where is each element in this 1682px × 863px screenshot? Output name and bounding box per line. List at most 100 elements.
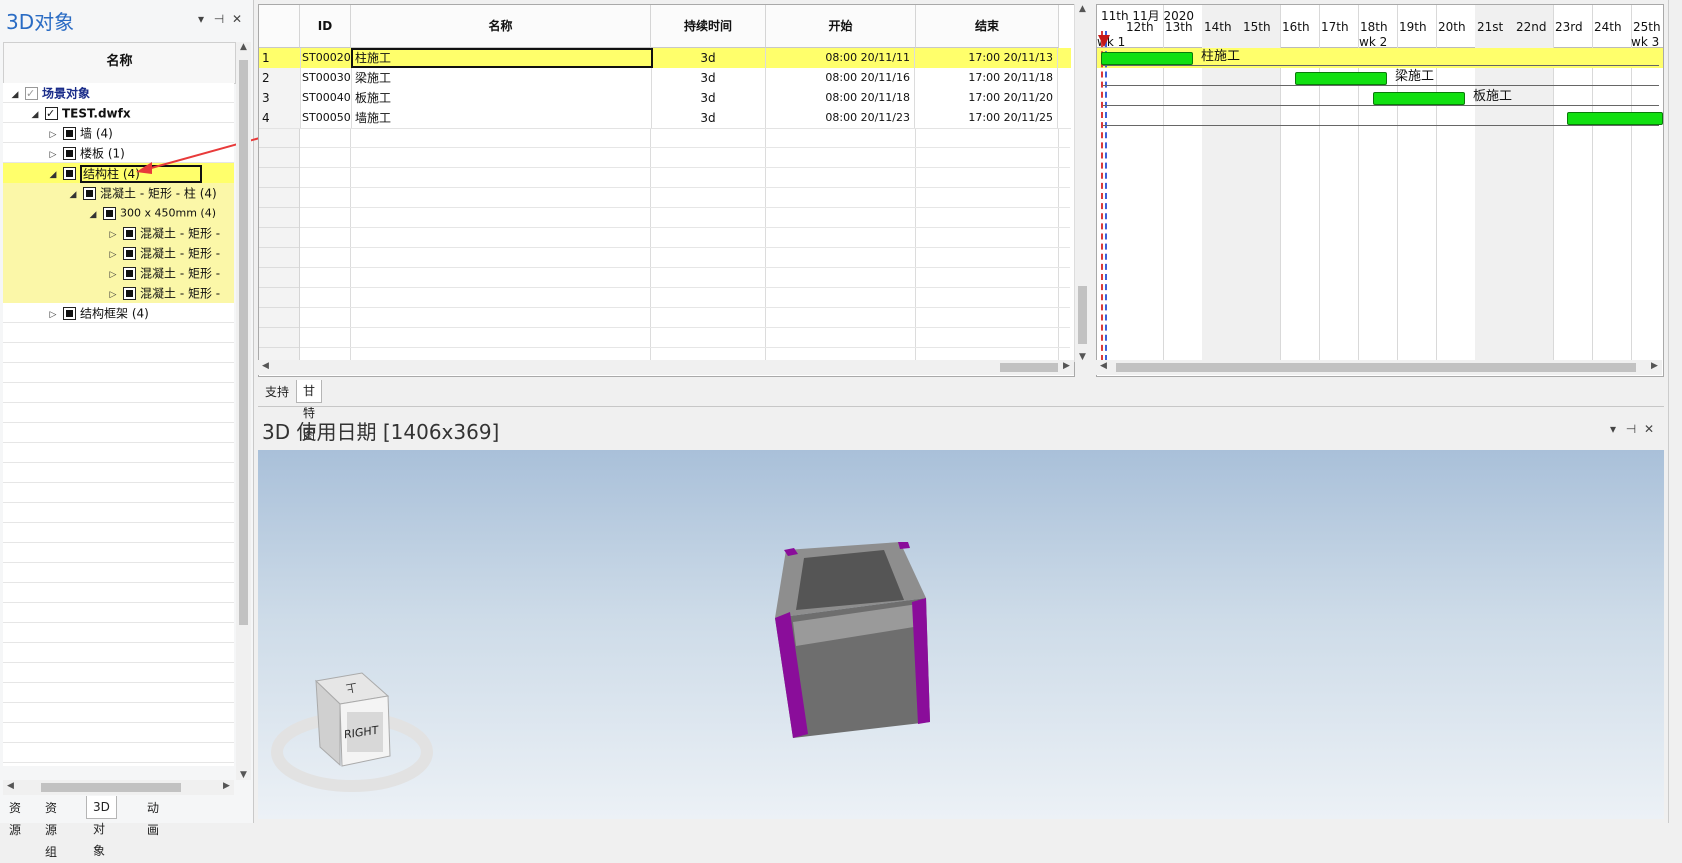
task-duration[interactable]: 3d bbox=[651, 48, 766, 68]
expander-icon[interactable]: ▷ bbox=[47, 125, 59, 143]
task-duration[interactable]: 3d bbox=[651, 108, 766, 128]
gantt-bar[interactable] bbox=[1295, 72, 1387, 85]
checkbox[interactable] bbox=[45, 104, 58, 123]
table-row[interactable]: 2 ST00030 梁施工 3d 08:00 20/11/16 17:00 20… bbox=[259, 68, 1071, 89]
tree-label: 混凝土 - 矩形 - 柱 (4) bbox=[100, 186, 217, 201]
tree-item-instance[interactable]: ▷ 混凝土 - 矩形 - bbox=[3, 263, 234, 283]
task-name[interactable]: 梁施工 bbox=[351, 68, 652, 88]
expander-icon[interactable]: ▷ bbox=[107, 245, 119, 263]
column-header-id[interactable]: ID bbox=[300, 5, 351, 48]
task-name[interactable]: 墙施工 bbox=[351, 108, 652, 128]
task-grid: ID 名称 持续时间 开始 结束 1 ST00020 柱施工 3d 08:00 … bbox=[258, 4, 1075, 377]
checkbox[interactable] bbox=[25, 84, 38, 103]
3d-viewport[interactable]: RIGHT 上 bbox=[258, 450, 1664, 819]
tab-gantt[interactable]: 甘特图 bbox=[296, 380, 323, 442]
dropdown-icon[interactable]: ▾ bbox=[1604, 422, 1622, 436]
tree-column-header[interactable]: 名称 bbox=[3, 42, 236, 84]
checkbox[interactable] bbox=[63, 307, 76, 320]
task-start[interactable]: 08:00 20/11/18 bbox=[766, 88, 915, 108]
expander-icon[interactable]: ▷ bbox=[107, 265, 119, 283]
expander-icon[interactable]: ▷ bbox=[107, 225, 119, 243]
table-row[interactable]: 1 ST00020 柱施工 3d 08:00 20/11/11 17:00 20… bbox=[259, 48, 1071, 69]
expander-icon[interactable]: ◢ bbox=[67, 185, 79, 203]
divider bbox=[258, 406, 1664, 407]
task-start[interactable]: 08:00 20/11/16 bbox=[766, 68, 915, 88]
expander-icon[interactable]: ▷ bbox=[107, 285, 119, 303]
task-end[interactable]: 17:00 20/11/13 bbox=[916, 48, 1058, 68]
tree-item-structural-framing[interactable]: ▷ 结构框架 (4) bbox=[3, 303, 234, 323]
grid-vertical-scrollbar[interactable]: ▲ ▼ bbox=[1074, 4, 1090, 362]
table-row[interactable]: 4 ST00050 墙施工 3d 08:00 20/11/23 17:00 20… bbox=[259, 108, 1071, 129]
gantt-day-label: 23rd bbox=[1555, 20, 1583, 34]
checkbox[interactable] bbox=[123, 247, 136, 260]
checkbox[interactable] bbox=[123, 287, 136, 300]
gantt-bar[interactable] bbox=[1567, 112, 1663, 125]
task-start[interactable]: 08:00 20/11/23 bbox=[766, 108, 915, 128]
task-id[interactable]: ST00030 bbox=[300, 68, 352, 88]
table-row[interactable]: 3 ST00040 板施工 3d 08:00 20/11/18 17:00 20… bbox=[259, 88, 1071, 109]
checkbox[interactable] bbox=[83, 187, 96, 200]
tree-label: 混凝土 - 矩形 - bbox=[140, 246, 221, 261]
gantt-horizontal-scrollbar[interactable]: ◀ ▶ bbox=[1096, 360, 1662, 375]
task-id[interactable]: ST00040 bbox=[300, 88, 352, 108]
column-header-end[interactable]: 结束 bbox=[916, 5, 1059, 48]
column-model[interactable] bbox=[775, 542, 930, 738]
task-duration[interactable]: 3d bbox=[651, 88, 766, 108]
tab-resource-groups[interactable]: 资源组 bbox=[38, 796, 64, 859]
gantt-row-line bbox=[1103, 105, 1659, 106]
task-id[interactable]: ST00020 bbox=[300, 48, 352, 68]
tab-animation[interactable]: 动画 bbox=[140, 796, 166, 837]
gantt-bar-label: 柱施工 bbox=[1201, 49, 1241, 64]
checkbox[interactable] bbox=[123, 227, 136, 240]
task-id[interactable]: ST00050 bbox=[300, 108, 352, 128]
checkbox[interactable] bbox=[103, 207, 116, 220]
task-start[interactable]: 08:00 20/11/11 bbox=[766, 48, 915, 68]
tab-resources[interactable]: 资源 bbox=[2, 796, 28, 837]
checkbox[interactable] bbox=[63, 127, 76, 140]
tree-label: 场景对象 bbox=[42, 86, 91, 101]
tree-item-file[interactable]: ◢ TEST.dwfx bbox=[3, 103, 234, 123]
checkbox[interactable] bbox=[123, 267, 136, 280]
tree-label: 混凝土 - 矩形 - bbox=[140, 226, 221, 241]
grid-horizontal-scrollbar[interactable]: ◀ ▶ bbox=[258, 360, 1074, 375]
tree-item-instance[interactable]: ▷ 混凝土 - 矩形 - bbox=[3, 283, 234, 303]
checkbox[interactable] bbox=[63, 147, 76, 160]
column-header-start[interactable]: 开始 bbox=[766, 5, 916, 48]
tab-3d-objects[interactable]: 3D对象 bbox=[86, 796, 117, 858]
gantt-day-label: 15th bbox=[1243, 20, 1271, 34]
tree-item-size[interactable]: ◢ 300 x 450mm (4) bbox=[3, 203, 234, 223]
expander-icon[interactable]: ◢ bbox=[87, 205, 99, 223]
tab-support[interactable]: 支持 bbox=[258, 380, 298, 404]
expander-icon[interactable]: ▷ bbox=[47, 145, 59, 163]
tree-horizontal-scrollbar[interactable]: ◀ ▶ bbox=[3, 780, 234, 795]
task-end[interactable]: 17:00 20/11/18 bbox=[916, 68, 1058, 88]
tree-item-instance[interactable]: ▷ 混凝土 - 矩形 - bbox=[3, 223, 234, 243]
gantt-bar[interactable] bbox=[1373, 92, 1465, 105]
expander-icon[interactable]: ◢ bbox=[29, 105, 41, 123]
gantt-bar[interactable] bbox=[1101, 52, 1193, 65]
close-icon[interactable]: ✕ bbox=[1640, 422, 1658, 436]
dropdown-icon[interactable]: ▾ bbox=[192, 12, 210, 26]
task-end[interactable]: 17:00 20/11/25 bbox=[916, 108, 1058, 128]
tree-item-instance[interactable]: ▷ 混凝土 - 矩形 - bbox=[3, 243, 234, 263]
expander-icon[interactable]: ▷ bbox=[47, 305, 59, 323]
task-duration[interactable]: 3d bbox=[651, 68, 766, 88]
expander-icon[interactable]: ◢ bbox=[47, 165, 59, 183]
checkbox[interactable] bbox=[63, 167, 76, 180]
pin-icon[interactable]: ⊣ bbox=[210, 12, 228, 26]
task-name[interactable]: 板施工 bbox=[351, 88, 652, 108]
close-icon[interactable]: ✕ bbox=[228, 12, 246, 26]
column-header-duration[interactable]: 持续时间 bbox=[651, 5, 766, 48]
gantt-chart[interactable]: 11th 11月 2020 12th 13th 14th 15th 16th 17th 18… bbox=[1096, 4, 1664, 377]
expander-icon[interactable]: ◢ bbox=[9, 85, 21, 103]
tree-vertical-scrollbar[interactable]: ▲ ▼ bbox=[236, 42, 251, 780]
task-name[interactable]: 柱施工 bbox=[351, 48, 653, 68]
pin-icon[interactable]: ⊣ bbox=[1622, 422, 1640, 436]
time-slider-icon[interactable] bbox=[1098, 35, 1110, 47]
task-end[interactable]: 17:00 20/11/20 bbox=[916, 88, 1058, 108]
tree-item-scene[interactable]: ◢ 场景对象 bbox=[3, 83, 234, 103]
tree-label: 楼板 (1) bbox=[80, 146, 125, 161]
tree-item-concrete-rect-column[interactable]: ◢ 混凝土 - 矩形 - 柱 (4) bbox=[3, 183, 234, 203]
tree-label: 混凝土 - 矩形 - bbox=[140, 266, 221, 281]
column-header-name[interactable]: 名称 bbox=[351, 5, 651, 48]
